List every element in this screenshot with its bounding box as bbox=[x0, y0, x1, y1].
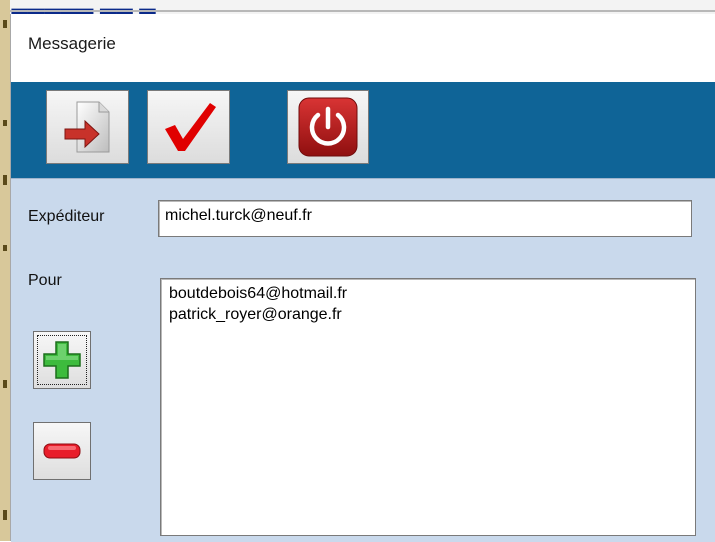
sender-label: Expéditeur bbox=[28, 208, 105, 225]
list-item[interactable]: boutdebois64@hotmail.fr bbox=[169, 283, 347, 304]
remove-recipient-button[interactable] bbox=[33, 422, 91, 480]
recipients-label: Pour bbox=[28, 272, 62, 289]
sender-value: michel.turck@neuf.fr bbox=[165, 207, 312, 224]
toolbar bbox=[11, 82, 715, 178]
send-button[interactable] bbox=[46, 90, 129, 164]
background-separator bbox=[0, 10, 715, 12]
document-arrow-icon bbox=[64, 101, 109, 153]
add-recipient-button[interactable] bbox=[33, 331, 91, 389]
sender-field[interactable]: michel.turck@neuf.fr bbox=[158, 200, 692, 237]
minus-icon bbox=[43, 443, 81, 459]
title-bar: Messagerie bbox=[11, 14, 715, 82]
validate-button[interactable] bbox=[147, 90, 230, 164]
checkmark-icon bbox=[164, 103, 216, 151]
messagerie-window: Messagerie Expéditeur michel.turck@neuf.… bbox=[10, 14, 715, 542]
window-title: Messagerie bbox=[28, 34, 116, 53]
recipients-list[interactable]: boutdebois64@hotmail.fr patrick_royer@or… bbox=[160, 278, 696, 536]
list-item[interactable]: patrick_royer@orange.fr bbox=[169, 304, 347, 325]
focus-ring bbox=[37, 335, 87, 385]
background-left-strip bbox=[0, 0, 10, 541]
form-area: Expéditeur michel.turck@neuf.fr Pour bou… bbox=[11, 178, 715, 542]
background-window-strip: ▂▂▂▂▂ ▂▂ ▂ bbox=[0, 0, 715, 14]
quit-button[interactable] bbox=[287, 90, 369, 164]
power-icon bbox=[298, 97, 358, 157]
